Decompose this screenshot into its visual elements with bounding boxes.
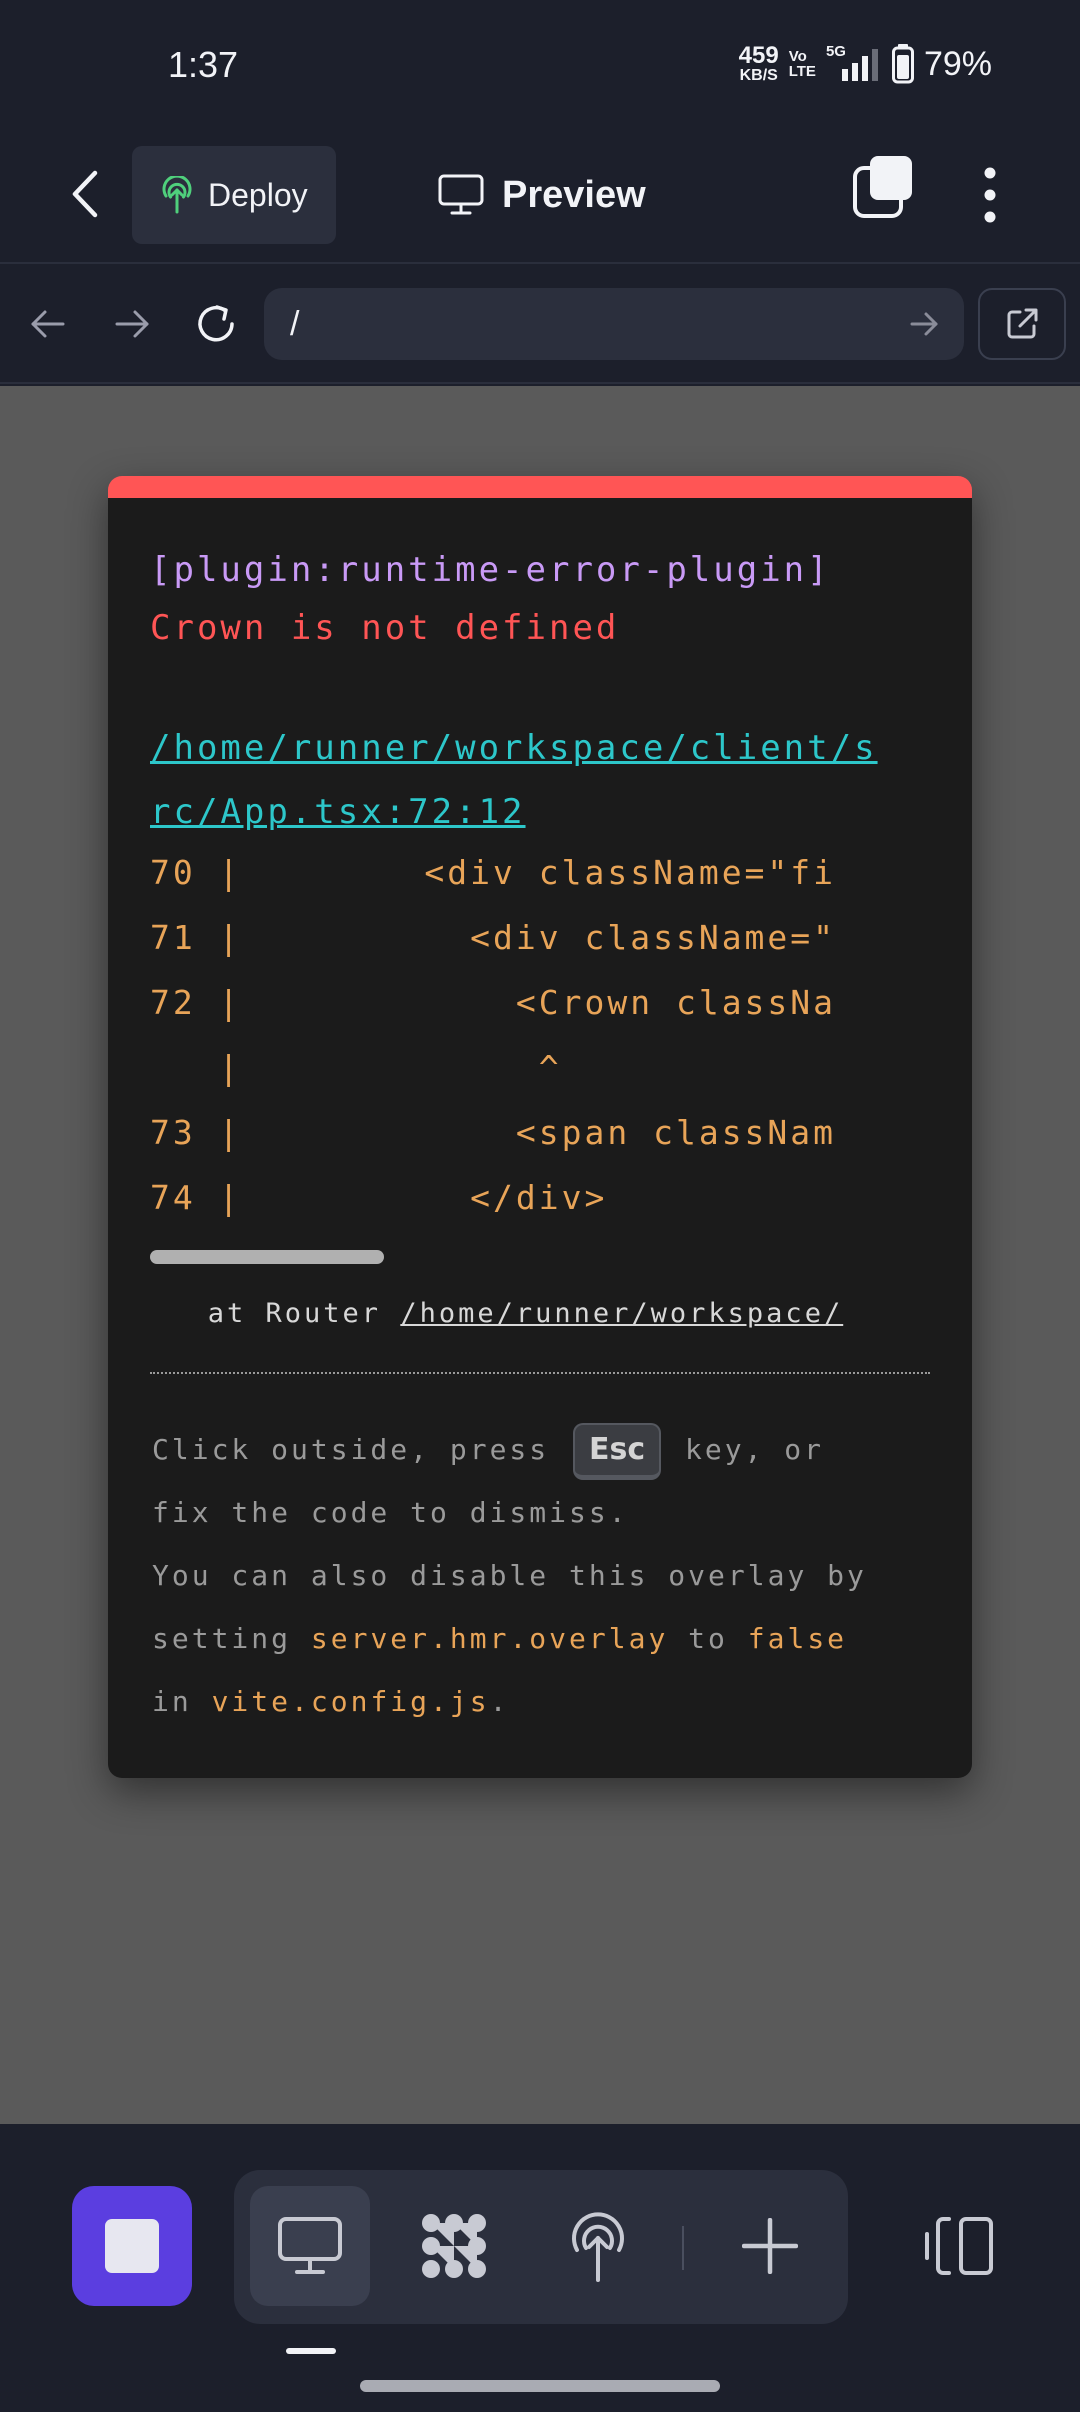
tip-key-suffix: key, or [685, 1433, 825, 1466]
tip-period: . [489, 1685, 510, 1718]
url-text: / [290, 304, 300, 343]
network-speed-value: 459 [738, 42, 779, 69]
code-frame-scrollbar[interactable] [150, 1250, 384, 1264]
preview-tab-title: Preview [438, 160, 646, 230]
tip-config: vite.config.js [211, 1685, 490, 1718]
dismiss-tip: Click outside, press Esc key, or fix the… [152, 1418, 942, 1733]
tip-click: Click outside, press [152, 1433, 550, 1466]
nav-back-button[interactable] [18, 294, 78, 354]
bottom-toolbar [0, 2124, 1080, 2412]
volte-top: Vo [788, 48, 807, 65]
new-tab-button[interactable] [710, 2186, 830, 2306]
volte-bottom: LTE [788, 63, 816, 80]
esc-key: Esc [573, 1422, 662, 1480]
status-bar: 1:37 459 KB/S Vo LTE 5G 79% [0, 0, 1080, 130]
side-panel-toggle[interactable] [904, 2186, 1014, 2306]
error-message: Crown is not defined [150, 608, 620, 648]
more-options-button[interactable] [970, 160, 1010, 230]
code-frame[interactable]: 70 | <div className="fi 71 | <div classN… [150, 840, 930, 1270]
tip-setting: setting [152, 1622, 292, 1655]
code-line: 72 | <Crown classNa [150, 983, 837, 1022]
deploy-icon [572, 2212, 624, 2282]
volte-indicator: Vo LTE [789, 49, 816, 79]
chevron-left-icon [72, 170, 98, 218]
signal-icon: 5G [826, 43, 882, 81]
tip-line-2: fix the code to dismiss. [152, 1496, 629, 1529]
arrow-right-icon [115, 310, 149, 338]
arrow-left-icon [31, 310, 65, 338]
tip-to: to [688, 1622, 728, 1655]
side-panel-icon [925, 2217, 993, 2275]
tip-line-4: setting server.hmr.overlay to false [152, 1607, 942, 1670]
tip-line-5: in vite.config.js. [152, 1670, 942, 1733]
network-speed: 459 KB/S [739, 44, 779, 84]
browser-nav-bar: / [0, 266, 1080, 384]
error-overlay: [plugin:runtime-error-plugin] Crown is n… [108, 476, 972, 1778]
battery-percentage: 79% [923, 44, 992, 83]
stack-trace: at Router /home/runner/workspace/ [150, 1298, 930, 1329]
stack-prefix: at Router [150, 1298, 401, 1329]
tab-preview[interactable] [250, 2186, 370, 2306]
preview-viewport[interactable]: [plugin:runtime-error-plugin] Crown is n… [0, 386, 1080, 2124]
url-input[interactable]: / [264, 288, 964, 360]
home-indicator[interactable] [360, 2380, 720, 2392]
network-speed-unit: KB/S [739, 67, 778, 84]
plus-icon [742, 2218, 798, 2274]
open-in-new-tab-button[interactable] [978, 288, 1066, 360]
tabs-switcher-button[interactable] [852, 154, 916, 230]
status-icons: 459 KB/S Vo LTE 5G 79% [739, 43, 992, 84]
deploy-icon [162, 176, 192, 214]
stack-file-link[interactable]: /home/runner/workspace/ [400, 1298, 843, 1329]
code-line: | ^ [150, 1048, 562, 1087]
battery-icon [891, 44, 914, 84]
deploy-label: Deploy [208, 176, 308, 213]
page-title: Preview [502, 173, 646, 216]
tip-setting-code: server.hmr.overlay [310, 1622, 669, 1655]
back-button[interactable] [60, 164, 110, 224]
deploy-button[interactable]: Deploy [132, 146, 336, 244]
code-line: 74 | </div> [150, 1178, 608, 1217]
error-plugin: [plugin:runtime-error-plugin] [150, 550, 831, 590]
reload-icon [198, 305, 234, 342]
stop-icon [105, 2219, 159, 2273]
integrations-icon [422, 2214, 486, 2278]
code-line: 73 | <span classNam [150, 1113, 837, 1152]
tip-false: false [747, 1622, 848, 1655]
tabs-icon [853, 156, 912, 218]
external-link-icon [1007, 308, 1038, 339]
network-type: 5G [825, 43, 846, 60]
monitor-icon [278, 2217, 342, 2274]
tool-separator [682, 2226, 684, 2270]
tip-divider [150, 1372, 930, 1374]
kebab-menu-icon [984, 167, 996, 223]
monitor-icon [438, 174, 484, 215]
active-tab-indicator [286, 2348, 336, 2354]
error-file-link[interactable]: /home/runner/workspace/client/src/App.ts… [150, 716, 890, 844]
tool-tabs [234, 2170, 848, 2324]
reload-button[interactable] [186, 294, 246, 354]
stop-button[interactable] [72, 2186, 192, 2306]
tip-line-1: Click outside, press Esc key, or [152, 1418, 942, 1481]
go-arrow-icon[interactable] [904, 304, 944, 344]
tip-line-3: You can also disable this overlay by [152, 1559, 867, 1592]
status-time: 1:37 [168, 44, 239, 85]
tab-deploy[interactable] [538, 2186, 658, 2306]
tab-integrations[interactable] [394, 2186, 514, 2306]
nav-forward-button[interactable] [102, 294, 162, 354]
tip-in: in [152, 1685, 192, 1718]
app-top-bar: Deploy Preview [0, 130, 1080, 264]
code-line: 70 | <div className="fi [150, 853, 837, 892]
code-line: 71 | <div className=" [150, 918, 837, 957]
